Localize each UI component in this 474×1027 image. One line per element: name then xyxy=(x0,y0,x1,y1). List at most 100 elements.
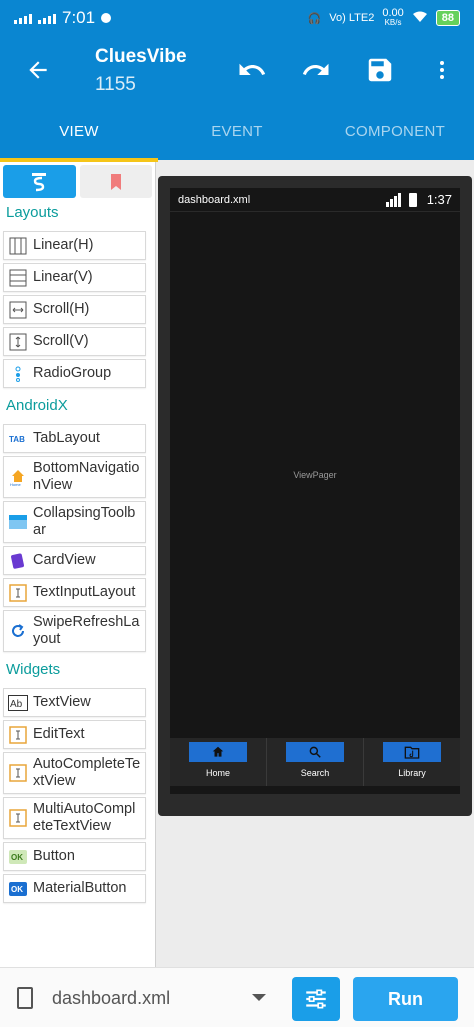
palette-item-scroll-v[interactable]: Scroll(V) xyxy=(3,327,146,356)
palette-item-label: Button xyxy=(33,848,75,864)
palette-item-collapsingtoolbar[interactable]: CollapsingToolbar xyxy=(3,501,146,543)
palette-item-label: AutoCompleteTextView xyxy=(33,756,141,789)
section-layouts-title: Layouts xyxy=(6,204,59,221)
preview-battery-icon xyxy=(408,192,417,207)
button-icon: OK xyxy=(8,847,28,867)
palette-item-label: CollapsingToolbar xyxy=(33,505,136,538)
palette-item-radiogroup[interactable]: RadioGroup xyxy=(3,359,146,388)
collapsing-toolbar-icon xyxy=(8,512,28,532)
page-subtitle: 1155 xyxy=(95,74,136,95)
palette-item-linear-h[interactable]: Linear(H) xyxy=(3,231,146,260)
palette-item-label: RadioGroup xyxy=(33,365,112,381)
tablayout-icon: TAB xyxy=(8,429,28,449)
nav-label: Home xyxy=(205,768,230,778)
swiperefresh-icon xyxy=(8,621,28,641)
widget-palette[interactable]: Layouts Linear(H) Linear(V) Scroll(H) Sc… xyxy=(0,162,156,967)
layout-preview[interactable]: dashboard.xml 1:37 ViewPager Home Search… xyxy=(158,176,472,816)
radiogroup-icon xyxy=(8,364,28,384)
bottomnav-icon: Home xyxy=(8,467,28,487)
library-icon xyxy=(383,742,441,762)
more-options-button[interactable] xyxy=(422,50,462,90)
palette-item-bottomnavigationview[interactable]: Home BottomNavigationView xyxy=(3,456,146,498)
palette-item-label: Linear(H) xyxy=(33,237,94,253)
undo-button[interactable] xyxy=(232,50,272,90)
run-button[interactable]: Run xyxy=(353,977,458,1021)
nav-item-home[interactable]: Home xyxy=(170,738,267,786)
materialbutton-icon: OK xyxy=(8,879,28,899)
save-button[interactable] xyxy=(360,50,400,90)
palette-item-textinputlayout[interactable]: TextInputLayout xyxy=(3,578,146,607)
current-file-selector[interactable]: dashboard.xml xyxy=(52,988,170,1009)
signal-icon-2 xyxy=(38,12,56,24)
cardview-icon xyxy=(8,551,28,571)
palette-item-multiautocompletetextview[interactable]: MultiAutoCompleteTextView xyxy=(3,797,146,839)
palette-item-materialbutton[interactable]: OK MaterialButton xyxy=(3,874,146,903)
preview-screen[interactable]: dashboard.xml 1:37 ViewPager Home Search… xyxy=(170,188,460,794)
properties-button[interactable] xyxy=(292,977,340,1021)
section-widgets-title: Widgets xyxy=(6,661,61,678)
back-button[interactable] xyxy=(18,50,58,90)
palette-item-linear-v[interactable]: Linear(V) xyxy=(3,263,146,292)
svg-text:TAB: TAB xyxy=(9,435,25,444)
palette-item-autocompletetextview[interactable]: AutoCompleteTextView xyxy=(3,752,146,794)
headset-icon: 🎧 xyxy=(307,12,322,25)
tab-view[interactable]: VIEW xyxy=(0,102,158,160)
notification-dot-icon xyxy=(101,13,112,23)
palette-item-label: EditText xyxy=(33,726,85,742)
palette-item-label: MaterialButton xyxy=(33,880,127,896)
edittext-icon xyxy=(8,725,28,745)
file-icon xyxy=(17,987,33,1009)
palette-tab-bookmarks[interactable] xyxy=(79,165,152,198)
svg-text:OK: OK xyxy=(11,885,23,894)
multiautocomplete-icon xyxy=(8,808,28,828)
preview-status-bar: dashboard.xml 1:37 xyxy=(170,188,460,212)
home-icon xyxy=(189,742,247,762)
svg-text:Home: Home xyxy=(10,482,21,486)
palette-item-textview[interactable]: Ab TextView xyxy=(3,688,146,717)
undo-icon xyxy=(239,63,266,75)
palette-item-edittext[interactable]: EditText xyxy=(3,720,146,749)
clock: 7:01 xyxy=(62,8,96,27)
palette-tabs xyxy=(0,162,155,198)
more-vert-icon xyxy=(440,61,444,79)
palette-item-label: CardView xyxy=(33,552,96,568)
scroll-horizontal-icon xyxy=(8,300,28,320)
nav-item-library[interactable]: Library xyxy=(364,738,460,786)
save-icon xyxy=(368,58,392,82)
textinput-icon xyxy=(8,583,28,603)
palette-item-label: TabLayout xyxy=(33,430,100,446)
palette-item-cardview[interactable]: CardView xyxy=(3,546,146,575)
tune-icon xyxy=(306,989,326,1009)
palette-item-tablayout[interactable]: TAB TabLayout xyxy=(3,424,146,453)
bottom-bar: dashboard.xml Run xyxy=(0,967,474,1027)
preview-bottom-navigation[interactable]: Home Search Library xyxy=(170,738,460,786)
autocomplete-icon xyxy=(8,763,28,783)
palette-item-label: SwipeRefreshLayout xyxy=(33,614,140,647)
svg-text:Ab: Ab xyxy=(10,699,23,710)
viewpager[interactable]: ViewPager xyxy=(170,212,460,738)
palette-item-label: MultiAutoCompleteTextView xyxy=(33,801,136,834)
status-bar: 7:01 🎧 Vo) LTE2 0.00 KB/s 88 xyxy=(0,0,474,36)
palette-item-label: Linear(V) xyxy=(33,269,93,285)
palette-item-label: TextInputLayout xyxy=(33,584,136,600)
palette-item-label: Scroll(V) xyxy=(33,333,89,349)
section-androidx-title: AndroidX xyxy=(6,397,68,414)
tab-event[interactable]: EVENT xyxy=(158,102,316,160)
nav-item-search[interactable]: Search xyxy=(267,738,364,786)
signal-icon xyxy=(14,12,32,24)
palette-tab-widgets[interactable] xyxy=(3,165,76,198)
wifi-icon xyxy=(412,11,428,26)
palette-widgets-icon xyxy=(32,172,47,191)
tab-component[interactable]: COMPONENT xyxy=(316,102,474,160)
viewpager-label: ViewPager xyxy=(293,470,337,480)
linear-horizontal-icon xyxy=(8,236,28,256)
page-title: CluesVibe xyxy=(95,46,187,67)
palette-item-button[interactable]: OK Button xyxy=(3,842,146,871)
palette-item-scroll-h[interactable]: Scroll(H) xyxy=(3,295,146,324)
palette-item-swiperefreshlayout[interactable]: SwipeRefreshLayout xyxy=(3,610,146,652)
tab-bar: VIEW EVENT COMPONENT xyxy=(0,102,474,160)
redo-button[interactable] xyxy=(296,50,336,90)
preview-signal-icon xyxy=(385,192,401,207)
bookmark-icon xyxy=(110,173,121,190)
chevron-down-icon[interactable] xyxy=(252,994,266,1001)
